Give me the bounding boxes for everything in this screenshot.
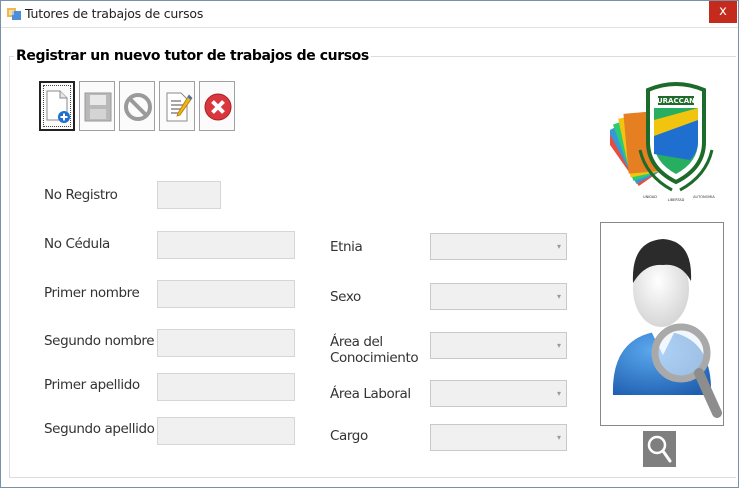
delete-icon (204, 93, 232, 121)
magnifier-icon (647, 435, 672, 463)
window-title: Tutores de trabajos de cursos (25, 6, 204, 21)
label-sexo: Sexo (330, 289, 361, 305)
label-etnia: Etnia (330, 239, 363, 255)
label-no-cedula: No Cédula (44, 236, 110, 252)
title-bar: Tutores de trabajos de cursos x (1, 1, 738, 28)
area-laboral-select[interactable]: ▾ (430, 380, 567, 407)
chevron-down-icon: ▾ (556, 389, 561, 398)
user-search-icon (612, 239, 722, 418)
cancel-button[interactable] (119, 81, 155, 131)
no-cedula-field[interactable] (157, 231, 295, 259)
app-icon (7, 7, 21, 21)
etnia-select[interactable]: ▾ (430, 233, 567, 260)
chevron-down-icon: ▾ (556, 433, 561, 442)
sexo-select[interactable]: ▾ (430, 283, 567, 310)
label-segundo-apellido: Segundo apellido (44, 421, 155, 437)
primer-nombre-field[interactable] (157, 280, 295, 308)
no-registro-field[interactable] (157, 181, 221, 209)
label-primer-apellido: Primer apellido (44, 377, 140, 393)
delete-button[interactable] (199, 81, 235, 131)
label-primer-nombre: Primer nombre (44, 285, 140, 301)
segundo-nombre-field[interactable] (157, 329, 295, 357)
area-conocimiento-select[interactable]: ▾ (430, 332, 567, 359)
label-segundo-nombre: Segundo nombre (44, 333, 155, 349)
save-icon (84, 92, 112, 122)
label-area-conocimiento-2: Conocimiento (330, 350, 419, 366)
primer-apellido-field[interactable] (157, 373, 295, 401)
logo-right-motto: AUTONOMIA (693, 195, 715, 199)
label-area-laboral: Área Laboral (330, 386, 411, 402)
search-button[interactable] (643, 431, 676, 467)
cancel-icon (124, 93, 152, 121)
close-button[interactable]: x (709, 1, 737, 23)
chevron-down-icon: ▾ (556, 341, 561, 350)
logo-title: URACCAN (657, 97, 695, 105)
groupbox-legend: Registrar un nuevo tutor de trabajos de … (14, 48, 371, 64)
logo-left-motto: UNIDAD (643, 195, 657, 199)
label-area-conocimiento-1: Área del (330, 334, 383, 350)
edit-button[interactable] (159, 81, 195, 131)
label-no-registro: No Registro (44, 187, 118, 203)
logo-bottom-motto: LIBERTAD (668, 198, 685, 202)
chevron-down-icon: ▾ (556, 242, 561, 251)
uraccan-logo: URACCAN UNIDAD LIBERTAD AUTONOMIA (604, 72, 720, 202)
segundo-apellido-field[interactable] (157, 417, 295, 445)
new-button[interactable] (39, 81, 75, 131)
edit-icon (166, 92, 193, 122)
new-document-icon (46, 90, 70, 123)
cargo-select[interactable]: ▾ (430, 424, 567, 451)
save-button[interactable] (79, 81, 115, 131)
label-cargo: Cargo (330, 428, 368, 444)
photo-box[interactable] (600, 222, 724, 426)
chevron-down-icon: ▾ (556, 292, 561, 301)
